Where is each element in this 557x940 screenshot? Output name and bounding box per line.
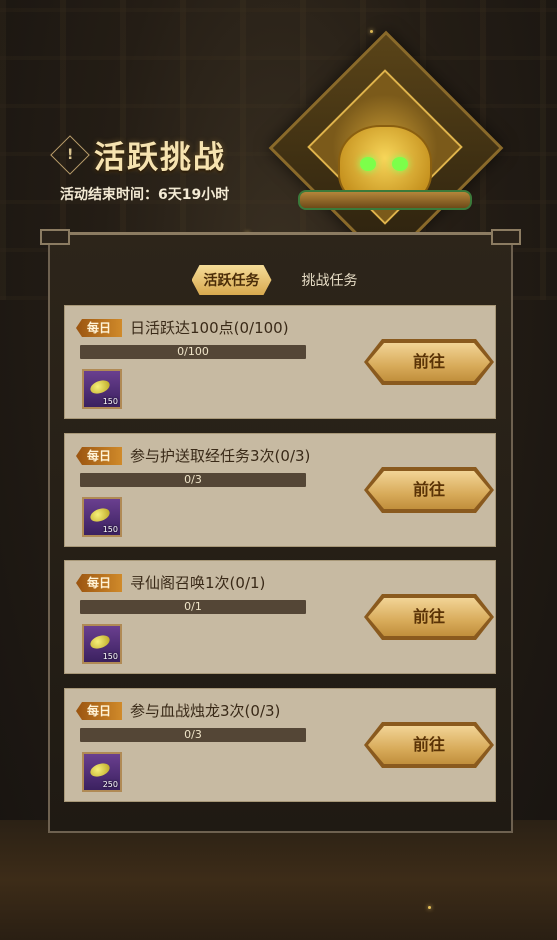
go-button[interactable]: 前往 — [368, 598, 490, 636]
reward-item[interactable]: 150 — [82, 624, 122, 664]
reward-item[interactable]: 150 — [82, 497, 122, 537]
progress-text: 0/100 — [177, 345, 209, 358]
task-title: 参与血战烛龙3次(0/3) — [130, 702, 281, 720]
task-title: 寻仙阁召唤1次(0/1) — [130, 574, 266, 592]
progress-bar: 0/1 — [80, 600, 306, 614]
title-area: ! 活跃挑战 — [50, 132, 226, 177]
panel-corner — [491, 229, 521, 245]
gold-ingot-icon — [88, 760, 112, 780]
beast-eye — [392, 157, 408, 171]
ground-decoration — [0, 820, 557, 940]
emblem-scroll — [298, 190, 472, 210]
daily-badge: 每日 — [76, 702, 122, 720]
daily-badge: 每日 — [76, 574, 122, 592]
progress-text: 0/3 — [184, 728, 202, 741]
gold-ingot-icon — [88, 377, 112, 397]
reward-item[interactable]: 150 — [82, 369, 122, 409]
beast-emblem — [268, 30, 504, 266]
reward-item[interactable]: 250 — [82, 752, 122, 792]
event-countdown: 活动结束时间：6天19小时 — [60, 187, 230, 203]
tab-challenge-tasks[interactable]: 挑战任务 — [290, 265, 370, 295]
page-title: 活跃挑战 — [94, 140, 226, 176]
task-title: 参与护送取经任务3次(0/3) — [130, 447, 311, 465]
task-title: 日活跃达100点(0/100) — [130, 319, 289, 337]
reward-quantity: 250 — [102, 780, 118, 789]
reward-quantity: 150 — [102, 652, 118, 661]
task-card: 每日 参与血战烛龙3次(0/3) 0/3 250 前往 — [64, 688, 496, 802]
info-icon[interactable]: ! — [50, 134, 90, 175]
gold-ingot-icon — [88, 632, 112, 652]
reward-quantity: 150 — [102, 525, 118, 534]
task-card: 每日 参与护送取经任务3次(0/3) 0/3 150 前往 — [64, 433, 496, 547]
task-card: 每日 日活跃达100点(0/100) 0/100 150 前往 — [64, 305, 496, 419]
progress-bar: 0/3 — [80, 473, 306, 487]
go-button[interactable]: 前往 — [368, 471, 490, 509]
progress-bar: 0/3 — [80, 728, 306, 742]
panel-corner — [40, 229, 70, 245]
progress-bar: 0/100 — [80, 345, 306, 359]
progress-text: 0/3 — [184, 473, 202, 486]
daily-badge: 每日 — [76, 319, 122, 337]
reward-quantity: 150 — [102, 397, 118, 406]
gold-ingot-icon — [88, 505, 112, 525]
task-panel: 活跃任务 挑战任务 每日 日活跃达100点(0/100) 0/100 150 前… — [40, 229, 521, 833]
task-card: 每日 寻仙阁召唤1次(0/1) 0/1 150 前往 — [64, 560, 496, 674]
sparkle — [428, 906, 431, 909]
tab-bar: 活跃任务 挑战任务 — [50, 265, 511, 295]
beast-eye — [360, 157, 376, 171]
daily-badge: 每日 — [76, 447, 122, 465]
info-glyph: ! — [66, 146, 74, 163]
go-button[interactable]: 前往 — [368, 343, 490, 381]
tab-active-tasks[interactable]: 活跃任务 — [192, 265, 272, 295]
go-button[interactable]: 前往 — [368, 726, 490, 764]
progress-text: 0/1 — [184, 600, 202, 613]
